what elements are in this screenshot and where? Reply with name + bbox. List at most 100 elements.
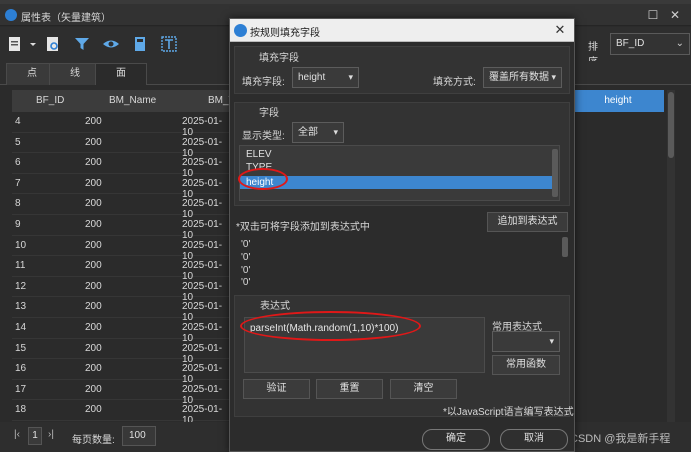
cell-bf-id: 4 (15, 116, 21, 127)
annotation-circle-height (238, 168, 288, 190)
page-size-label: 每页数量: (72, 435, 115, 446)
table-row[interactable]: 10 200 2025-01-10 (12, 236, 232, 262)
table-row[interactable]: 11 200 2025-01-10 (12, 256, 232, 282)
cell-bf-id: 17 (15, 383, 27, 395)
cell-bm-name: 200 (85, 136, 102, 148)
close-icon[interactable]: ✕ (666, 6, 684, 24)
export-icon[interactable] (6, 35, 24, 53)
maximize-icon[interactable]: ☐ (644, 6, 662, 24)
add-to-expression-button[interactable]: 追加到表达式 (487, 212, 568, 232)
column-header-bm-name[interactable]: BM_Name (109, 95, 156, 106)
expression-group-title: 表达式 (260, 301, 290, 312)
type-filter-select[interactable]: 全部 ▾ (292, 122, 344, 143)
cell-bm-name: 200 (85, 219, 102, 230)
cell-bm-name: 200 (85, 157, 102, 169)
cell-bm-name: 200 (85, 280, 102, 292)
ok-button[interactable]: 确定 (422, 429, 490, 450)
common-functions-button[interactable]: 常用函数 (492, 355, 560, 375)
window-title: 属性表（矢量建筑） (21, 13, 111, 24)
last-page-icon[interactable]: ›| (48, 429, 54, 440)
cancel-button[interactable]: 取消 (500, 429, 568, 450)
common-expression-select[interactable]: ▾ (492, 331, 560, 352)
fill-mode-select[interactable]: 覆盖所有数据 ▾ (483, 67, 562, 88)
field-values-list[interactable]: '0' '0' '0' '0' (239, 235, 569, 291)
app-logo-icon (5, 9, 17, 21)
value-item[interactable]: '0' (241, 277, 250, 288)
app-logo-icon (234, 24, 247, 37)
cell-bf-id: 18 (15, 404, 27, 416)
field-hint: *双击可将字段添加到表达式中 (236, 222, 370, 233)
table-row[interactable]: 8 200 2025-01-10 (12, 194, 232, 220)
cell-bf-id: 10 (15, 239, 27, 251)
eye-icon[interactable] (102, 35, 120, 53)
fill-field-value: height (298, 72, 326, 83)
table-row[interactable]: 17 200 2025-01-10 (12, 380, 232, 406)
fill-field-select[interactable]: height ▾ (292, 67, 359, 88)
tab-line[interactable]: 线 (49, 63, 101, 85)
first-page-icon[interactable]: |‹ (14, 429, 20, 440)
table-row[interactable]: 4 200 2025-01-10 (12, 112, 232, 138)
chevron-down-icon: ⌄ (675, 38, 684, 49)
table-row[interactable]: 16 200 2025-01-10 (12, 359, 232, 385)
cell-bm-name: 200 (85, 404, 102, 416)
chevron-down-icon: ▾ (333, 127, 338, 137)
cell-bf-id: 9 (15, 219, 21, 230)
table-row[interactable]: 14 200 2025-01-10 (12, 318, 232, 344)
cell-bm-name: 200 (85, 116, 102, 127)
table-row[interactable]: 9 200 2025-01-10 (12, 215, 232, 241)
tab-polygon[interactable]: 面 (95, 63, 147, 85)
validate-button[interactable]: 验证 (243, 379, 310, 399)
page-number[interactable]: 1 (28, 427, 42, 445)
dialog-title: 按规则填充字段 (250, 28, 320, 39)
sort-select[interactable]: BF_ID ⌄ (610, 33, 690, 55)
attribute-table: BF_ID BM_Name BM_T 4 200 2025-01-10 5 200 202… (12, 90, 235, 426)
table-row[interactable]: 6 200 2025-01-10 (12, 153, 232, 179)
chevron-down-icon: ▾ (348, 72, 353, 82)
scrollbar-thumb[interactable] (668, 92, 674, 158)
chevron-down-icon: ▾ (549, 336, 554, 346)
table-row[interactable]: 18 200 2025-01-10 (12, 400, 232, 426)
values-scrollbar[interactable] (562, 237, 568, 257)
fill-field-label: 填充字段: (242, 77, 285, 88)
table-row[interactable]: 12 200 2025-01-10 (12, 277, 232, 303)
field-item-elev[interactable]: ELEV (246, 149, 272, 160)
text-field-icon[interactable] (160, 35, 178, 53)
column-header-bf-id[interactable]: BF_ID (36, 95, 64, 106)
cell-bf-id: 5 (15, 136, 21, 148)
dropdown-arrow-icon[interactable] (24, 35, 36, 53)
value-item[interactable]: '0' (241, 265, 250, 276)
fill-mode-value: 覆盖所有数据 (489, 72, 549, 83)
cell-bm-name: 200 (85, 383, 102, 395)
cell-bf-id: 12 (15, 280, 27, 292)
type-filter-value: 全部 (298, 127, 318, 138)
cell-bm-name: 200 (85, 342, 102, 354)
cell-bm-name: 200 (85, 301, 102, 313)
close-icon[interactable]: ✕ (552, 21, 568, 39)
table-row[interactable]: 15 200 2025-01-10 (12, 339, 232, 365)
cell-bm-name: 200 (85, 322, 102, 333)
cell-bf-id: 6 (15, 157, 21, 169)
field-list[interactable]: ELEV TYPE height (239, 145, 560, 201)
table-scrollbar[interactable] (667, 90, 675, 422)
cell-bm-name: 200 (85, 363, 102, 375)
cell-bm-name: 200 (85, 177, 102, 189)
value-item[interactable]: '0' (241, 239, 250, 250)
annotation-circle-expression (240, 311, 421, 341)
table-row[interactable]: 13 200 2025-01-10 (12, 297, 232, 323)
table-row[interactable]: 5 200 2025-01-10 (12, 133, 232, 159)
calculator-icon[interactable] (131, 35, 149, 53)
column-header-height[interactable]: height (572, 90, 664, 112)
cell-bf-id: 15 (15, 342, 27, 354)
fill-mode-label: 填充方式: (433, 77, 476, 88)
expression-note: *以JavaScript语言编写表达式 (443, 407, 574, 418)
clear-button[interactable]: 清空 (390, 379, 457, 399)
search-doc-icon[interactable] (44, 35, 62, 53)
cell-bm-name: 200 (85, 260, 102, 272)
field-list-scrollbar[interactable] (552, 149, 558, 197)
table-row[interactable]: 7 200 2025-01-10 (12, 174, 232, 200)
value-item[interactable]: '0' (241, 252, 250, 263)
cell-bf-id: 8 (15, 198, 21, 210)
page-size-input[interactable]: 100 (122, 426, 156, 446)
reset-button[interactable]: 重置 (316, 379, 383, 399)
filter-icon[interactable] (73, 35, 91, 53)
